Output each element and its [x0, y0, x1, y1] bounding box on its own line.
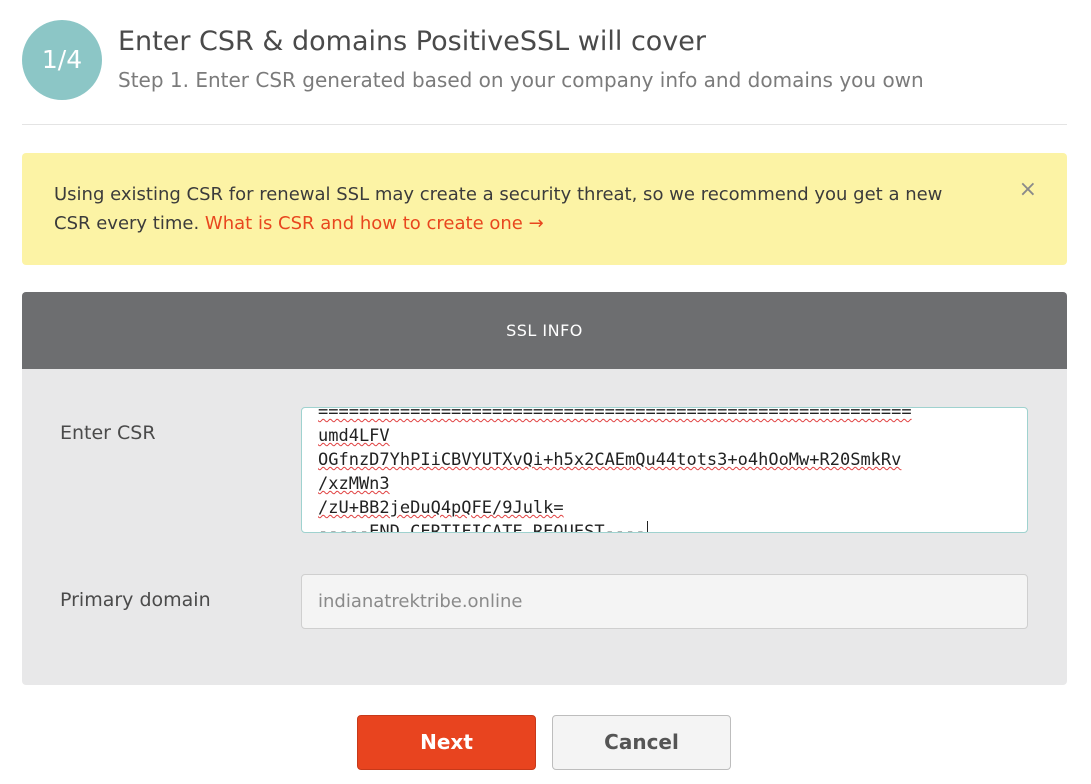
csr-textarea[interactable]: ========================================…	[301, 407, 1028, 533]
alert-message: Using existing CSR for renewal SSL may c…	[54, 180, 974, 238]
page-title: Enter CSR & domains PositiveSSL will cov…	[118, 26, 707, 57]
close-icon[interactable]: ×	[1019, 179, 1037, 201]
csr-line: /xzMWn3	[318, 474, 390, 494]
csr-help-link[interactable]: What is CSR and how to create one →	[205, 213, 544, 234]
step-badge: 1/4	[22, 20, 102, 100]
csr-line: OGfnzD7YhPIiCBVYUTXvQi+h5x2CAEmQu44tots3…	[318, 450, 902, 470]
csr-line: umd4LFV	[318, 426, 390, 446]
csr-text: ========================================…	[318, 407, 1018, 533]
csr-label: Enter CSR	[60, 422, 156, 444]
ssl-info-heading: SSL INFO	[22, 292, 1067, 369]
step-header: 1/4 Enter CSR & domains PositiveSSL will…	[22, 20, 1067, 125]
csr-line-cut: ========================================…	[318, 407, 912, 422]
next-button[interactable]: Next	[357, 715, 536, 770]
ssl-activation-page: 1/4 Enter CSR & domains PositiveSSL will…	[0, 0, 1091, 784]
csr-line: -----END CERTIFICATE REQUEST----	[318, 522, 646, 533]
ssl-info-card: SSL INFO Enter CSR =====================…	[22, 292, 1067, 685]
csr-line: /zU+BB2jeDuQ4pQFE/9Julk=	[318, 498, 564, 518]
cancel-button[interactable]: Cancel	[552, 715, 731, 770]
primary-domain-input[interactable]	[301, 574, 1028, 629]
text-cursor	[646, 521, 648, 532]
csr-warning-alert: Using existing CSR for renewal SSL may c…	[22, 153, 1067, 265]
primary-domain-label: Primary domain	[60, 589, 211, 611]
page-subtitle: Step 1. Enter CSR generated based on you…	[118, 68, 924, 92]
